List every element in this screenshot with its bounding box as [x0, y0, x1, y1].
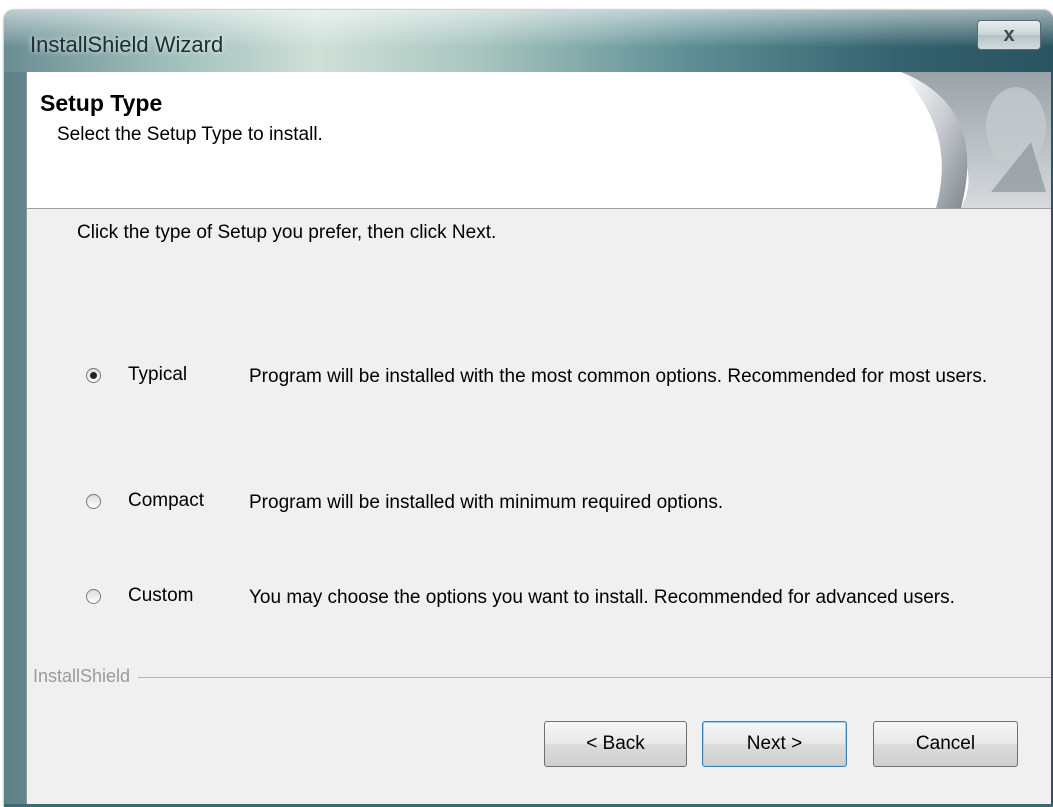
- option-compact[interactable]: Compact Program will be installed with m…: [77, 490, 1037, 550]
- brand-divider: InstallShield: [27, 666, 1051, 687]
- cancel-button[interactable]: Cancel: [873, 721, 1018, 767]
- compact-label[interactable]: Compact: [128, 490, 204, 512]
- title-bar[interactable]: InstallShield Wizard x: [4, 10, 1053, 72]
- option-custom[interactable]: Custom You may choose the options you wa…: [77, 585, 1037, 645]
- typical-description: Program will be installed with the most …: [249, 366, 988, 387]
- typical-radio[interactable]: [86, 368, 101, 383]
- window-title: InstallShield Wizard: [30, 32, 224, 57]
- typical-label[interactable]: Typical: [128, 364, 187, 386]
- page-subtitle: Select the Setup Type to install.: [57, 124, 323, 145]
- wizard-header: Setup Type Select the Setup Type to inst…: [27, 72, 1051, 209]
- wizard-body: Setup Type Select the Setup Type to inst…: [26, 72, 1051, 807]
- close-icon: x: [1003, 23, 1015, 46]
- custom-description: You may choose the options you want to i…: [249, 587, 955, 608]
- back-button[interactable]: < Back: [544, 721, 687, 767]
- compact-radio[interactable]: [86, 494, 101, 509]
- option-typical[interactable]: Typical Program will be installed with t…: [77, 364, 1037, 424]
- page-curl-icon: [841, 72, 1051, 208]
- page-title: Setup Type: [40, 90, 163, 116]
- custom-label[interactable]: Custom: [128, 585, 193, 607]
- divider-line: [33, 677, 1051, 678]
- custom-radio[interactable]: [86, 589, 101, 604]
- installer-window: InstallShield Wizard x Setup Type Select…: [4, 10, 1053, 807]
- compact-description: Program will be installed with minimum r…: [249, 492, 724, 513]
- instruction-text: Click the type of Setup you prefer, then…: [77, 222, 497, 243]
- close-button[interactable]: x: [977, 20, 1041, 50]
- next-button[interactable]: Next >: [702, 721, 847, 767]
- brand-label: InstallShield: [33, 666, 139, 687]
